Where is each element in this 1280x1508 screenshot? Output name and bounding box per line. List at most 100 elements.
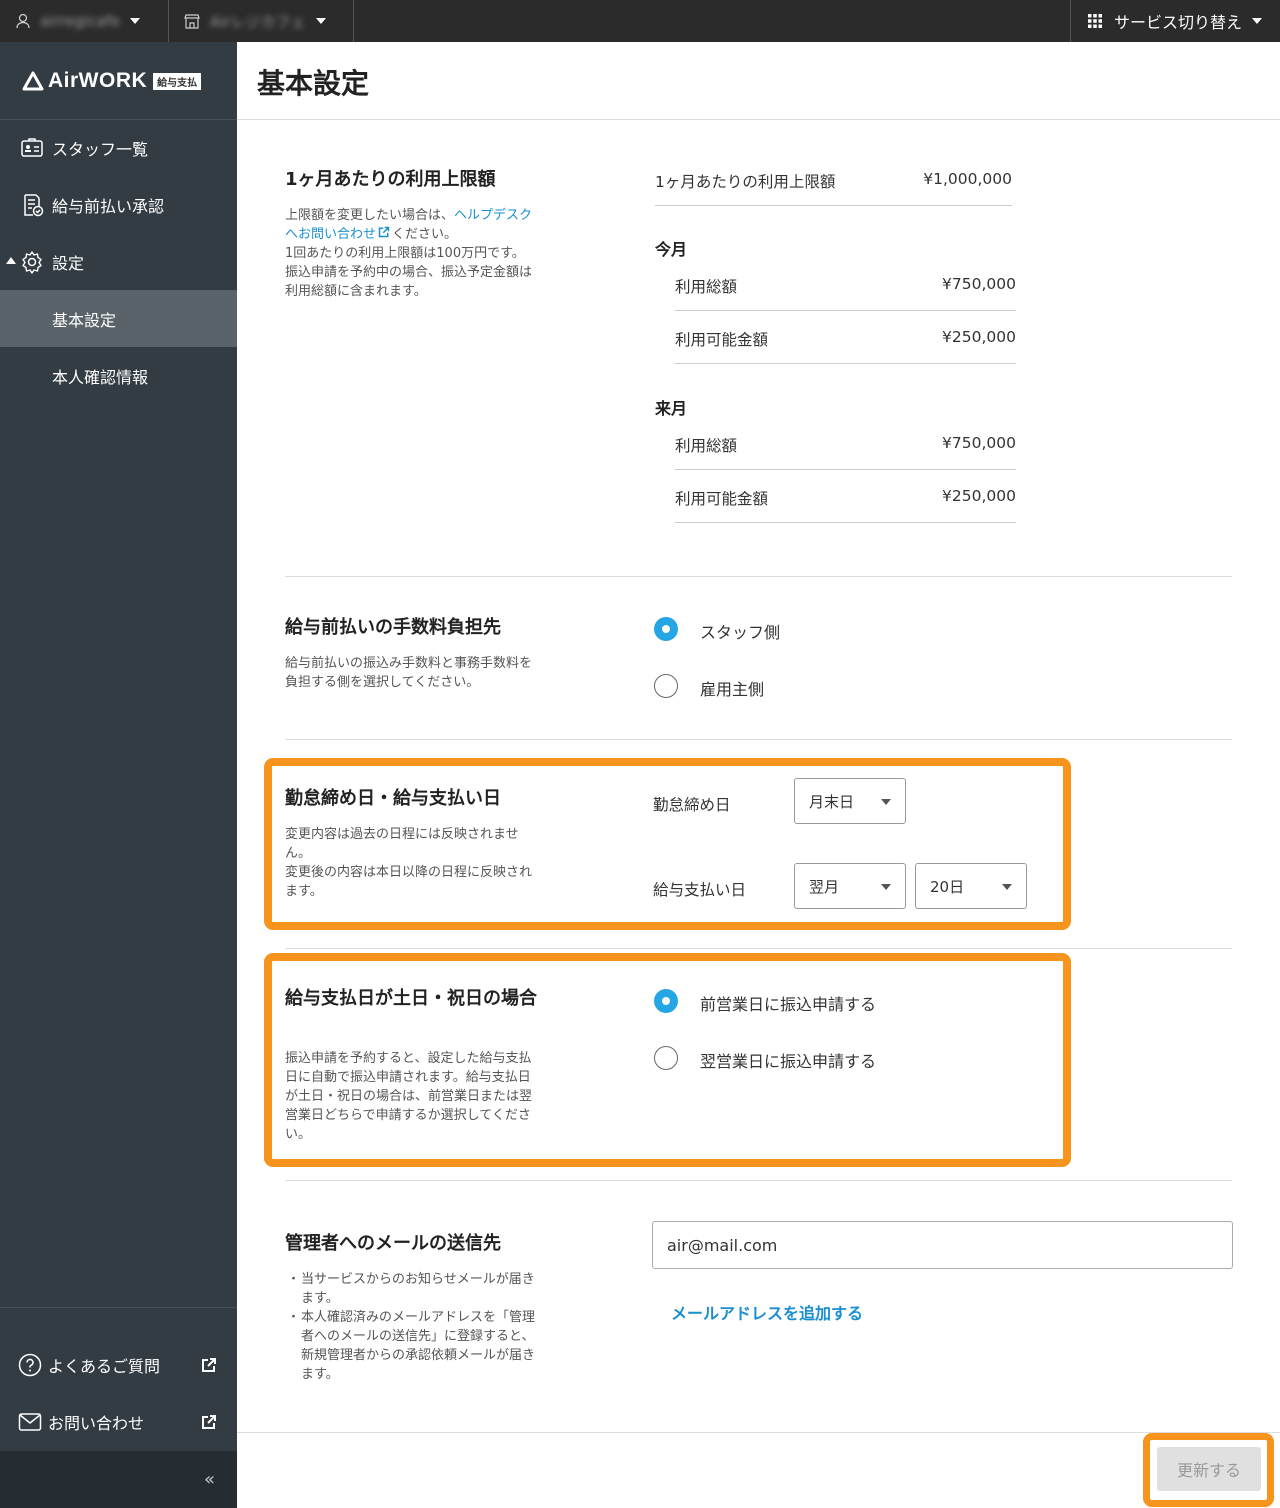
closing-day-select[interactable]: 月末日 [794, 778, 906, 824]
holiday-section-desc: 振込申請を予約すると、設定した給与支払日に自動で振込申請されます。給与支払日が土… [285, 1051, 533, 1142]
sidebar-item-label: お問い合わせ [48, 1413, 145, 1433]
closing-section-title: 勤怠締め日・給与支払い日 [285, 788, 501, 809]
this-month-total-value: ¥750,000 [942, 275, 1016, 293]
divider [1070, 0, 1071, 42]
add-email-link[interactable]: メールアドレスを追加する [671, 1300, 863, 1324]
top-bar: airregicafe Airレジカフェ サービス切り替え [0, 0, 1280, 42]
external-link-icon [202, 1357, 216, 1372]
this-month-available-value: ¥250,000 [942, 328, 1016, 346]
next-month-available-label: 利用可能金額 [675, 490, 769, 508]
monthly-limit-label: 1ヶ月あたりの利用上限額 [655, 173, 836, 191]
fee-radio-employer[interactable] [654, 674, 678, 698]
desc-text: 1回あたりの利用上限額は100万円です。振込申請を予約中の場合、振込予定金額は利… [285, 246, 533, 299]
limit-section-desc: 上限額を変更したい場合は、ヘルプデスクへお問い合わせ ください。 1回あたりの利用… [285, 206, 535, 301]
this-month-total-label: 利用総額 [675, 278, 738, 296]
holiday-radio-next[interactable] [654, 1046, 678, 1070]
monthly-limit-value: ¥1,000,000 [923, 170, 1012, 188]
sidebar-item-staff-list[interactable]: スタッフ一覧 [0, 119, 237, 176]
sidebar-item-contact[interactable]: お問い合わせ [0, 1393, 237, 1450]
sidebar-item-label: 基本設定 [52, 310, 117, 330]
external-link-icon [378, 226, 390, 238]
account-switcher[interactable]: airregicafe [16, 0, 140, 42]
divider [675, 469, 1016, 470]
next-month-total-label: 利用総額 [675, 437, 738, 455]
fee-option-label: 雇用主側 [700, 680, 765, 699]
grid-icon [1088, 14, 1102, 28]
desc-text: ください。 [392, 227, 458, 242]
section-divider [285, 1180, 1232, 1181]
double-chevron-left-icon: « [203, 1469, 215, 1490]
desc-text: 変更後の内容は本日以降の日程に反映されます。 [285, 865, 533, 899]
this-month-heading: 今月 [655, 240, 688, 259]
section-divider [285, 576, 1232, 577]
sidebar-item-advance-approval[interactable]: 給与前払い承認 [0, 176, 237, 233]
mail-icon [18, 1412, 42, 1431]
main-content: 基本設定 1ヶ月あたりの利用上限額 上限額を変更したい場合は、ヘルプデスクへお問… [237, 42, 1280, 1508]
mail-section-desc: ・当サービスからのお知らせメールが届きます。 ・本人確認済みのメールアドレスを「… [285, 1270, 535, 1384]
update-button[interactable]: 更新する [1157, 1447, 1261, 1491]
next-month-total-value: ¥750,000 [942, 434, 1016, 452]
approval-doc-icon [24, 193, 44, 216]
page-title: 基本設定 [257, 67, 370, 100]
section-divider [285, 739, 1232, 740]
divider [675, 363, 1016, 364]
divider [655, 205, 1012, 206]
footer-bar: 更新する [237, 1432, 1280, 1508]
pay-day-select[interactable]: 20日 [915, 863, 1027, 909]
app-logo[interactable]: AirWORK 給与支払 [22, 66, 202, 96]
external-link-icon [202, 1414, 216, 1429]
chevron-up-icon [6, 257, 16, 264]
service-switch-label: サービス切り替え [1114, 13, 1243, 32]
bullet: ・ [287, 1310, 301, 1325]
fee-section-title: 給与前払いの手数料負担先 [285, 617, 501, 638]
next-month-available-value: ¥250,000 [942, 487, 1016, 505]
chevron-down-icon [315, 18, 326, 24]
bullet-item: ・当サービスからのお知らせメールが届きます。 [287, 1270, 535, 1308]
holiday-section-title: 給与支払日が土日・祝日の場合 [285, 988, 537, 1009]
help-circle-icon [18, 1353, 42, 1376]
sidebar-item-basic-settings[interactable]: 基本設定 [0, 290, 237, 347]
store-icon [184, 14, 200, 29]
chevron-down-icon [129, 18, 140, 24]
this-month-available-label: 利用可能金額 [675, 331, 769, 349]
holiday-radio-previous[interactable] [654, 989, 678, 1013]
pay-day-label: 給与支払い日 [653, 881, 747, 899]
sidebar-collapse-button[interactable]: « [0, 1451, 237, 1508]
mail-section-title: 管理者へのメールの送信先 [285, 1233, 501, 1254]
divider [353, 0, 354, 42]
admin-email-input[interactable]: air@mail.com [652, 1221, 1233, 1269]
service-switch-button[interactable]: サービス切り替え [1088, 0, 1263, 42]
chevron-down-icon [881, 884, 891, 890]
chevron-down-icon [1002, 884, 1012, 890]
logo-text: AirWORK [48, 69, 148, 92]
sidebar: AirWORK 給与支払 スタッフ一覧 給与前払い承認 設定 基本設定 本人確認… [0, 42, 237, 1508]
select-value: 月末日 [809, 792, 855, 811]
desc-text: 本人確認済みのメールアドレスを「管理者へのメールの送信先」に登録すると、新規管理… [301, 1310, 536, 1382]
divider [237, 119, 1280, 120]
holiday-option-label: 翌営業日に振込申請する [700, 1052, 877, 1071]
fee-section-desc: 給与前払いの振込み手数料と事務手数料を負担する側を選択してください。 [285, 656, 533, 690]
fee-radio-staff[interactable] [654, 617, 678, 641]
pay-month-select[interactable]: 翌月 [794, 863, 906, 909]
limit-section-title: 1ヶ月あたりの利用上限額 [285, 169, 496, 190]
chevron-down-icon [881, 799, 891, 805]
fee-option-label: スタッフ側 [700, 623, 781, 642]
divider [675, 310, 1016, 311]
sidebar-item-label: スタッフ一覧 [52, 139, 149, 159]
logo-triangle-icon [22, 71, 44, 91]
store-switcher[interactable]: Airレジカフェ [184, 0, 326, 42]
sidebar-item-identity-info[interactable]: 本人確認情報 [0, 347, 237, 404]
closing-section-desc: 変更内容は過去の日程には反映されません。 変更後の内容は本日以降の日程に反映され… [285, 825, 535, 901]
input-value: air@mail.com [667, 1235, 778, 1255]
sidebar-item-settings[interactable]: 設定 [0, 233, 237, 290]
user-icon [16, 13, 30, 29]
sidebar-item-label: 給与前払い承認 [52, 196, 165, 216]
bullet: ・ [287, 1272, 301, 1287]
sidebar-item-faq[interactable]: よくあるご質問 [0, 1336, 237, 1393]
select-value: 翌月 [809, 877, 840, 896]
desc-text: 変更内容は過去の日程には反映されません。 [285, 827, 519, 861]
staff-card-icon [21, 137, 43, 157]
closing-day-label: 勤怠締め日 [653, 796, 731, 814]
store-name: Airレジカフェ [210, 12, 306, 31]
logo-badge: 給与支払 [153, 72, 202, 90]
